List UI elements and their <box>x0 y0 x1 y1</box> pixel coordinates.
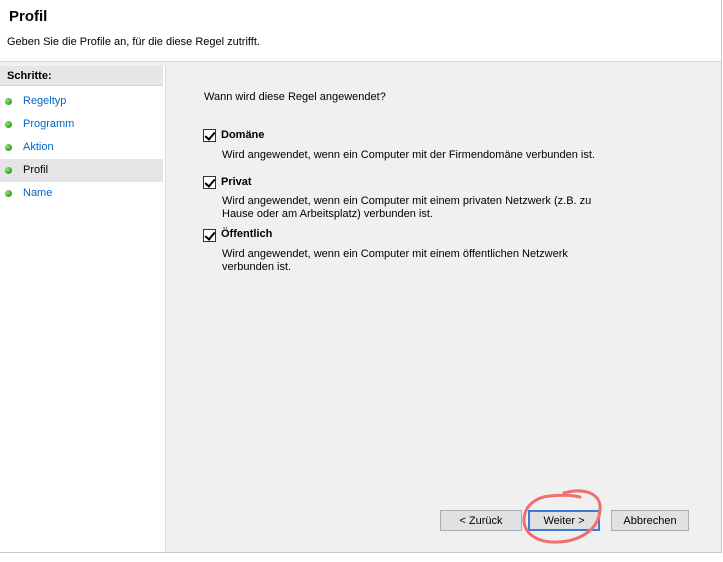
step-status-icon <box>5 144 12 151</box>
steps-heading: Schritte: <box>0 66 163 86</box>
next-button[interactable]: Weiter > <box>528 510 600 531</box>
step-profil[interactable]: Profil <box>0 159 163 182</box>
back-button[interactable]: < Zurück <box>440 510 522 531</box>
question-text: Wann wird diese Regel angewendet? <box>204 91 386 103</box>
domain-description: Wird angewendet, wenn ein Computer mit d… <box>222 149 595 161</box>
private-checkbox[interactable] <box>203 176 216 189</box>
step-label: Profil <box>23 164 49 176</box>
step-name[interactable]: Name <box>0 182 163 205</box>
wizard-window: Profil Geben Sie die Profile an, für die… <box>0 0 722 553</box>
page-description: Geben Sie die Profile an, für die diese … <box>7 36 260 48</box>
step-regeltyp[interactable]: Regeltyp <box>0 90 163 113</box>
step-status-icon <box>5 167 12 174</box>
private-description: Wird angewendet, wenn ein Computer mit e… <box>222 195 592 220</box>
wizard-content: Wann wird diese Regel angewendet? Domäne… <box>166 66 721 552</box>
public-checkbox[interactable] <box>203 229 216 242</box>
page-title: Profil <box>9 8 48 25</box>
step-status-icon <box>5 121 12 128</box>
step-label: Programm <box>23 118 75 130</box>
step-status-icon <box>5 98 12 105</box>
step-label: Name <box>23 187 53 199</box>
public-title: Öffentlich <box>221 228 273 240</box>
private-title: Privat <box>221 176 252 188</box>
public-description: Wird angewendet, wenn ein Computer mit e… <box>222 248 568 273</box>
step-label: Regeltyp <box>23 95 67 107</box>
step-programm[interactable]: Programm <box>0 113 163 136</box>
step-status-icon <box>5 190 12 197</box>
wizard-header: Profil Geben Sie die Profile an, für die… <box>0 0 721 62</box>
step-label: Aktion <box>23 141 54 153</box>
steps-sidebar: Schritte: Regeltyp Programm Aktion Profi… <box>0 66 166 552</box>
background-strip <box>0 553 723 562</box>
cancel-button[interactable]: Abbrechen <box>611 510 689 531</box>
step-aktion[interactable]: Aktion <box>0 136 163 159</box>
domain-checkbox[interactable] <box>203 129 216 142</box>
domain-title: Domäne <box>221 129 265 141</box>
